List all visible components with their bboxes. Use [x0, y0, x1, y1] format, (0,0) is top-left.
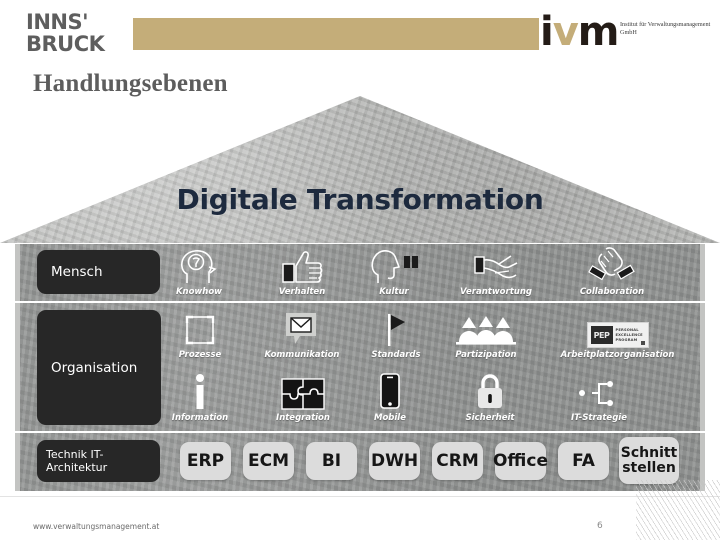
house-roof	[0, 96, 720, 243]
cell-verantwortung[interactable]: Verantwortung	[442, 243, 550, 297]
cell-caption: Mobile	[374, 413, 406, 423]
level-label-organisation-text: Organisation	[51, 359, 138, 376]
pep-line2: EXCELLENCE	[615, 332, 643, 337]
cell-collaboration[interactable]: Collaboration	[558, 243, 666, 297]
tech-tile-erp[interactable]: ERP	[180, 442, 231, 480]
ivm-logo: ivm Institut für Verwaltungsmanagement G…	[540, 9, 715, 58]
tech-tile-bi[interactable]: BI	[306, 442, 357, 480]
pep-card: PEP PERSONAL EXCELLENCE PROGRAM	[586, 322, 649, 348]
cell-information[interactable]: Information	[146, 369, 254, 423]
head-quote-icon	[340, 243, 448, 285]
tech-tile-schnittstellen-label: Schnitt stellen	[620, 444, 678, 476]
footer-page-number: 6	[597, 521, 603, 531]
cell-sicherheit[interactable]: Sicherheit	[436, 369, 544, 423]
cell-caption: Prozesse	[178, 350, 222, 360]
pep-text-lines: PERSONAL EXCELLENCE PROGRAM	[616, 328, 643, 343]
mail-bubble-icon	[248, 306, 356, 348]
cell-caption: Kommunikation	[264, 350, 340, 360]
innsbruck-logo-line2: BRUCK	[26, 32, 105, 56]
pep-line3: PROGRAM	[615, 337, 638, 342]
level-label-technik-text: Technik IT-Architektur	[46, 448, 108, 474]
cell-partizipation[interactable]: Partizipation	[432, 306, 540, 360]
handshake-icon	[558, 243, 666, 285]
cell-kommunikation[interactable]: Kommunikation	[248, 306, 356, 360]
slide-canvas: INNS' BRUCK ivm Institut für Verwaltungs…	[0, 0, 720, 540]
cell-caption: Verantwortung	[460, 287, 532, 297]
pep-card-icon: PEP PERSONAL EXCELLENCE PROGRAM	[545, 306, 690, 348]
pep-logo: PEP	[590, 326, 613, 344]
header-accent-band	[133, 18, 539, 50]
network-path-icon	[545, 369, 653, 411]
head-brain-icon	[145, 243, 253, 285]
level-label-mensch-text: Mensch	[51, 264, 103, 280]
level-label-mensch[interactable]: Mensch	[37, 250, 160, 294]
process-square-icon	[146, 306, 254, 348]
cell-caption: Knowhow	[175, 287, 223, 297]
info-i-icon	[146, 369, 254, 411]
tech-tile-fa[interactable]: FA	[558, 442, 609, 480]
cell-caption: Arbeitplatzorganisation	[560, 350, 675, 360]
innsbruck-logo-line1: INNS'	[26, 10, 89, 34]
ivm-letter-v: v	[552, 9, 579, 55]
ivm-wordmark: ivm	[540, 9, 620, 55]
tech-tile-schnittstellen[interactable]: Schnitt stellen	[619, 437, 679, 484]
padlock-icon	[436, 369, 544, 411]
cell-it-strategie[interactable]: IT-Strategie	[545, 369, 653, 423]
ivm-subtitle: Institut für Verwaltungsmanagement GmbH	[620, 21, 711, 37]
cell-caption: Kultur	[379, 287, 409, 297]
hand-signing-icon	[442, 243, 550, 285]
ivm-letter-m: m	[577, 9, 620, 55]
people-group-icon	[432, 306, 540, 348]
level-label-organisation[interactable]: Organisation	[37, 310, 161, 425]
cell-kultur[interactable]: Kultur	[340, 243, 448, 297]
innsbruck-logo: INNS' BRUCK	[26, 12, 136, 56]
pep-line1: PERSONAL	[615, 327, 639, 332]
roof-title: Digitale Transformation	[176, 183, 544, 216]
ivm-letter-i: i	[540, 9, 554, 55]
cell-caption: Information	[171, 413, 229, 423]
level-label-technik[interactable]: Technik IT-Architektur	[37, 440, 160, 482]
cell-caption: Collaboration	[579, 287, 645, 297]
cell-knowhow[interactable]: Knowhow	[145, 243, 253, 297]
pep-corner-dot	[640, 341, 645, 345]
cell-prozesse[interactable]: Prozesse	[146, 306, 254, 360]
footer-url[interactable]: www.verwaltungsmanagement.at	[33, 522, 159, 531]
footer-divider	[0, 496, 720, 497]
tech-tile-office[interactable]: Office	[493, 442, 548, 480]
cell-caption: Sicherheit	[465, 413, 515, 423]
cell-mobile[interactable]: Mobile	[336, 369, 444, 423]
tech-tile-crm[interactable]: CRM	[432, 442, 483, 480]
corner-hatch-decoration	[636, 480, 720, 540]
page-title: Handlungsebenen	[33, 70, 228, 97]
cell-caption: IT-Strategie	[571, 413, 627, 423]
tech-tile-ecm[interactable]: ECM	[243, 442, 294, 480]
slide-header: INNS' BRUCK ivm Institut für Verwaltungs…	[0, 0, 720, 66]
cell-arbeitplatzorganisation[interactable]: PEP PERSONAL EXCELLENCE PROGRAM Arbeitpl…	[545, 306, 690, 360]
cell-caption: Partizipation	[455, 350, 517, 360]
tech-tile-dwh[interactable]: DWH	[369, 442, 420, 480]
smartphone-icon	[336, 369, 444, 411]
